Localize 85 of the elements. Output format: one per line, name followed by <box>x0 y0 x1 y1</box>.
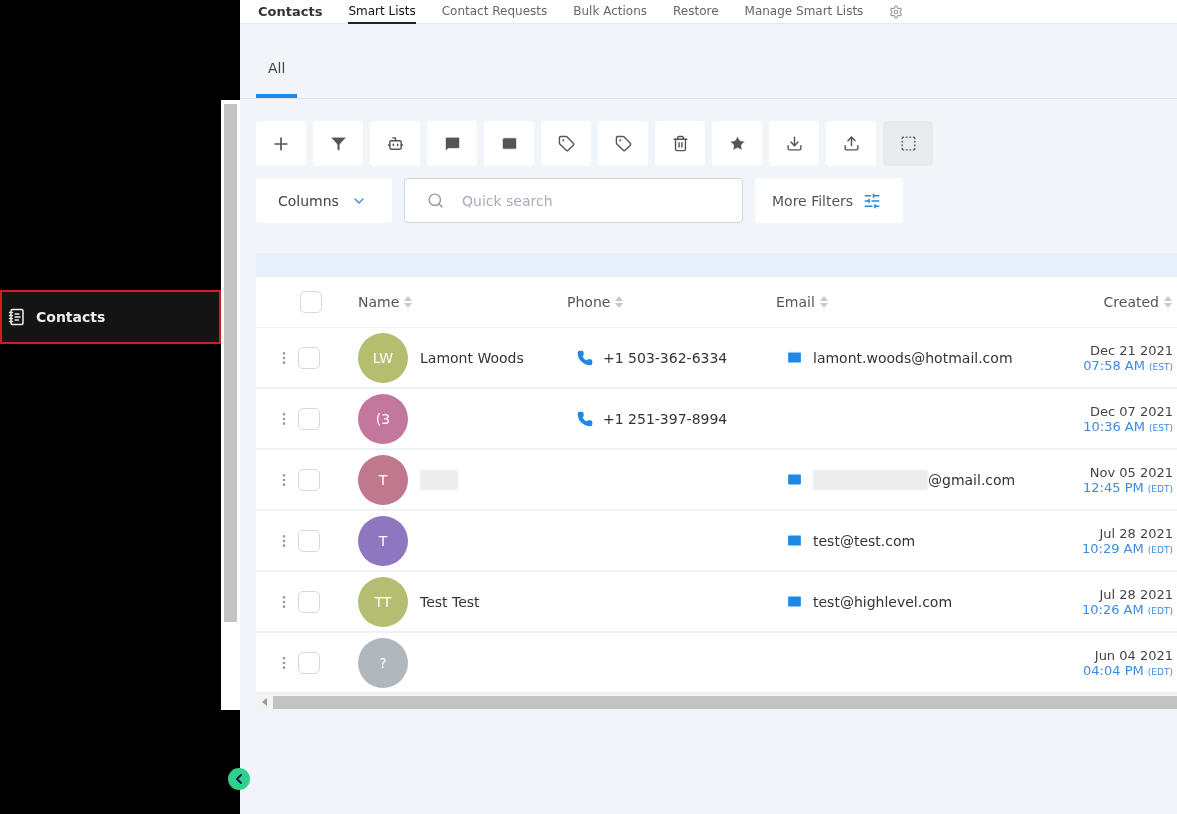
created-time: 10:26 AM (EDT) <box>1082 601 1173 617</box>
sort-icon[interactable] <box>403 295 414 309</box>
row-checkbox[interactable] <box>298 407 320 430</box>
toggle-button[interactable] <box>883 121 933 166</box>
avatar: TT <box>358 576 408 627</box>
sms-button[interactable] <box>427 121 477 166</box>
email-address: test@highlevel.com <box>813 593 953 610</box>
phone-icon <box>577 410 593 427</box>
automation-button[interactable] <box>370 121 420 166</box>
sort-icon[interactable] <box>1163 295 1173 309</box>
sliders-icon <box>863 191 882 210</box>
nav-tab[interactable]: Bulk Actions <box>573 0 647 24</box>
created-time: 12:45 PM (EDT) <box>1083 479 1173 495</box>
search-icon <box>427 192 444 209</box>
filter-icon <box>329 135 347 152</box>
phone-number: +1 503-362-6334 <box>603 349 728 366</box>
scroll-left-icon[interactable] <box>262 698 267 706</box>
column-header[interactable]: Created <box>1077 294 1177 310</box>
contacts-icon <box>8 308 26 326</box>
remove-tag-button[interactable] <box>598 121 648 166</box>
created-date: Jun 04 2021 <box>1094 647 1173 663</box>
page-title: Contacts <box>258 4 323 19</box>
trash-icon <box>671 135 689 152</box>
contact-name[interactable]: Test Test <box>420 593 480 610</box>
search-field[interactable]: Quick search <box>404 178 743 223</box>
column-header[interactable]: Phone <box>567 294 776 310</box>
message-icon <box>443 135 461 152</box>
email-address: test@test.com <box>813 532 916 549</box>
created-date: Jul 28 2021 <box>1099 525 1173 541</box>
upload-icon <box>842 135 860 152</box>
scrollbar[interactable] <box>221 100 240 710</box>
add-tag-button[interactable] <box>541 121 591 166</box>
filter-button[interactable] <box>313 121 363 166</box>
avatar: LW <box>358 332 408 383</box>
avatar: ? <box>358 637 408 688</box>
sort-icon[interactable] <box>614 295 625 309</box>
tag-icon <box>557 135 575 152</box>
row-checkbox[interactable] <box>298 468 320 491</box>
created-date: Dec 07 2021 <box>1089 403 1173 419</box>
columns-button[interactable]: Columns <box>256 178 392 223</box>
select-all-checkbox[interactable] <box>300 291 322 313</box>
avatar: T <box>358 515 408 566</box>
column-header[interactable]: Email <box>776 294 1077 310</box>
row-checkbox[interactable] <box>298 529 320 552</box>
sort-icon[interactable] <box>818 295 829 309</box>
nav-tab[interactable]: Manage Smart Lists <box>744 0 864 24</box>
robot-icon <box>386 135 404 152</box>
phone-icon <box>577 349 593 366</box>
row-checkbox[interactable] <box>298 651 320 674</box>
more-filters-button[interactable]: More Filters <box>755 178 903 223</box>
row-checkbox[interactable] <box>298 590 320 613</box>
nav-tab[interactable]: Contact Requests <box>441 0 548 24</box>
add-button[interactable] <box>256 121 306 166</box>
created-time: 10:36 AM (EST) <box>1083 418 1173 434</box>
created-time: 04:04 PM (EDT) <box>1083 662 1173 678</box>
review-button[interactable] <box>712 121 762 166</box>
import-button[interactable] <box>769 121 819 166</box>
square-icon <box>899 135 917 152</box>
email-address: lamont.woods@hotmail.com <box>813 349 1013 366</box>
sidebar-item[interactable]: Contacts <box>0 290 221 344</box>
contact-name[interactable]: Lamont Woods <box>420 349 524 366</box>
nav-tab[interactable]: Restore <box>673 0 719 24</box>
created-time: 10:29 AM (EDT) <box>1082 540 1173 556</box>
created-date: Dec 21 2021 <box>1089 342 1173 358</box>
list-tab[interactable]: All <box>256 52 298 98</box>
export-button[interactable] <box>826 121 876 166</box>
email-address: @gmail.com <box>928 471 1016 488</box>
delete-button[interactable] <box>655 121 705 166</box>
created-date: Jul 28 2021 <box>1099 586 1173 602</box>
tag-icon <box>614 135 632 152</box>
avatar: T <box>358 454 408 505</box>
created-time: 07:58 AM (EST) <box>1083 357 1173 373</box>
phone-number: +1 251-397-8994 <box>603 410 728 427</box>
star-icon <box>728 135 746 152</box>
horizontal-scrollbar[interactable] <box>256 694 1177 710</box>
column-header[interactable]: Name <box>358 294 567 310</box>
row-checkbox[interactable] <box>298 346 320 369</box>
collapse-button[interactable] <box>228 768 250 790</box>
settings-icon[interactable] <box>889 4 904 19</box>
email-button[interactable] <box>484 121 534 166</box>
search-input[interactable]: Quick search <box>460 191 742 210</box>
avatar: (3 <box>358 393 408 444</box>
download-icon <box>785 135 803 152</box>
created-date: Nov 05 2021 <box>1089 464 1173 480</box>
nav-tab[interactable]: Smart Lists <box>348 0 416 24</box>
